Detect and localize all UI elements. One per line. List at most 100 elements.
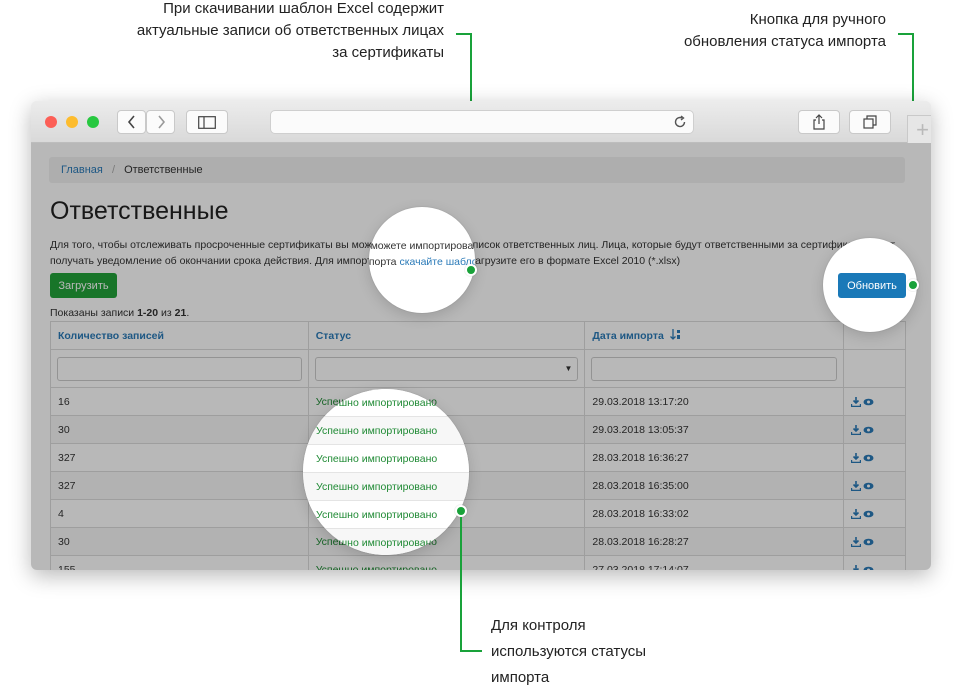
callout-refresh-line-1: Кнопка для ручного — [749, 11, 886, 28]
download-icon[interactable] — [851, 452, 862, 463]
cell-date: 28.03.2018 16:35:00 — [584, 471, 845, 500]
filter-cell-date — [584, 349, 845, 388]
table-row: 30Успешно импортировано 29.03.2018 13:05:… — [50, 415, 906, 444]
minimize-window-dot[interactable] — [66, 116, 78, 128]
breadcrumb: Главная / Ответственные — [49, 157, 905, 183]
count-filter-input[interactable] — [57, 356, 302, 381]
spotlight-template-link: Для того, чтобы отслеживать просроченные… — [369, 207, 475, 313]
marketing-screenshot: При скачивании шаблон Excel содержит акт… — [0, 0, 960, 688]
column-header-date-label: Дата импорта — [592, 330, 664, 342]
cell-actions — [843, 387, 906, 416]
cell-actions — [843, 527, 906, 556]
cell-count: 155 — [50, 555, 309, 570]
table-row: 327Успешно импортировано 28.03.2018 16:36… — [50, 443, 906, 472]
reload-icon[interactable] — [673, 115, 687, 129]
callout-template-line-2: актуальные записи об ответственных лицах — [136, 22, 444, 39]
callout-refresh-line-2: обновления статуса импорта — [683, 33, 886, 50]
status-filter-select[interactable]: ▼ — [314, 356, 579, 381]
cell-count: 4 — [50, 499, 309, 528]
table-filter-row: ▼ — [50, 349, 906, 388]
summary-prefix: Показаны записи — [50, 307, 138, 319]
filter-cell-count — [50, 349, 309, 388]
select-caret-icon: ▼ — [564, 363, 573, 373]
view-eye-icon[interactable] — [863, 454, 874, 462]
summary-range: 1-20 — [137, 307, 159, 319]
spotlight-status-row: Успешно импортировано — [303, 529, 469, 555]
column-header-status[interactable]: Статус — [307, 321, 586, 350]
view-eye-icon[interactable] — [863, 482, 874, 490]
spotlight-status-row: Успешно импортировано — [303, 417, 469, 445]
download-icon[interactable] — [851, 480, 862, 491]
callout-refresh-dot — [907, 279, 919, 291]
callout-statuses: Для контроля используются статусы импорт… — [491, 613, 646, 688]
summary-of: из — [158, 307, 175, 319]
new-tab-button[interactable]: + — [907, 115, 931, 143]
filter-cell-empty — [843, 349, 906, 388]
upload-button[interactable]: Загрузить — [50, 273, 117, 298]
spotlight-status-row: Успешно импортировано — [303, 389, 469, 417]
cell-date: 29.03.2018 13:05:37 — [584, 415, 845, 444]
callout-statuses-dot — [455, 505, 467, 517]
spotlight-status-row: Успешно импортировано — [303, 501, 469, 529]
cell-actions — [843, 499, 906, 528]
breadcrumb-home-link[interactable]: Главная — [61, 164, 103, 176]
refresh-button[interactable]: Обновить — [838, 273, 906, 298]
page-title: Ответственные — [50, 197, 229, 225]
download-icon[interactable] — [851, 508, 862, 519]
cell-count: 30 — [50, 415, 309, 444]
cell-count: 327 — [50, 471, 309, 500]
chevron-right-icon — [157, 115, 165, 129]
table-header-row: Количество записей Статус Дата импорта — [50, 321, 906, 350]
cell-actions — [843, 415, 906, 444]
column-header-count[interactable]: Количество записей — [50, 321, 309, 350]
view-eye-icon[interactable] — [863, 510, 874, 518]
download-icon[interactable] — [851, 564, 861, 571]
cell-count: 16 — [50, 387, 309, 416]
download-icon[interactable] — [851, 424, 862, 435]
download-icon[interactable] — [851, 536, 862, 547]
cell-date: 29.03.2018 13:17:20 — [584, 387, 845, 416]
sidebar-toggle-button[interactable] — [186, 110, 228, 134]
description-text-2: , загрузите его в формате Excel 2010 (*.… — [464, 255, 681, 267]
download-icon[interactable] — [851, 396, 862, 407]
tabs-button[interactable] — [849, 110, 891, 134]
close-window-dot[interactable] — [45, 116, 57, 128]
cell-actions — [843, 443, 906, 472]
maximize-window-dot[interactable] — [87, 116, 99, 128]
summary-suffix: . — [186, 307, 190, 319]
table-row: 155 Успешно импортировано 27.03.2018 17:14… — [50, 555, 906, 571]
spotlight-download-template-link[interactable]: скачайте шаблон — [399, 256, 475, 268]
sidebar-icon — [198, 115, 216, 129]
callout-template-line-3: за сертификаты — [332, 44, 444, 61]
date-filter-input[interactable] — [591, 356, 838, 381]
cell-count: 327 — [50, 443, 309, 472]
table-row: 16Успешно импортировано 29.03.2018 13:17:… — [50, 387, 906, 416]
imports-table: Количество записей Статус Дата импорта ▼… — [50, 321, 906, 570]
spotlight-refresh: Обновить — [823, 238, 917, 332]
callout-refresh: Кнопка для ручного обновления статуса им… — [684, 9, 886, 53]
address-bar[interactable] — [270, 110, 694, 134]
breadcrumb-separator: / — [111, 164, 115, 176]
callout-template-line-1: При скачивании шаблон Excel содержит — [163, 0, 444, 17]
web-page: Главная / Ответственные Ответственные Дл… — [31, 143, 931, 570]
records-summary: Показаны записи 1-20 из 21. — [50, 307, 189, 319]
cell-actions — [843, 555, 906, 571]
cell-count: 30 — [50, 527, 309, 556]
view-eye-icon[interactable] — [863, 538, 874, 546]
cell-actions — [843, 471, 906, 500]
callout-statuses-connector-v — [460, 517, 462, 652]
back-button[interactable] — [117, 110, 146, 134]
view-eye-icon[interactable] — [863, 398, 874, 406]
callout-statuses-line-1: Для контроля — [491, 617, 586, 634]
breadcrumb-current: Ответственные — [124, 164, 203, 176]
tabs-icon — [863, 115, 877, 129]
view-eye-icon[interactable] — [863, 426, 874, 434]
forward-button[interactable] — [146, 110, 175, 134]
cell-date: 28.03.2018 16:33:02 — [584, 499, 845, 528]
view-eye-icon[interactable] — [863, 566, 874, 571]
chevron-left-icon — [127, 115, 135, 129]
cell-date: 28.03.2018 16:36:27 — [584, 443, 845, 472]
column-header-date[interactable]: Дата импорта — [584, 321, 845, 350]
share-button[interactable] — [798, 110, 840, 134]
sort-desc-icon — [669, 329, 680, 340]
